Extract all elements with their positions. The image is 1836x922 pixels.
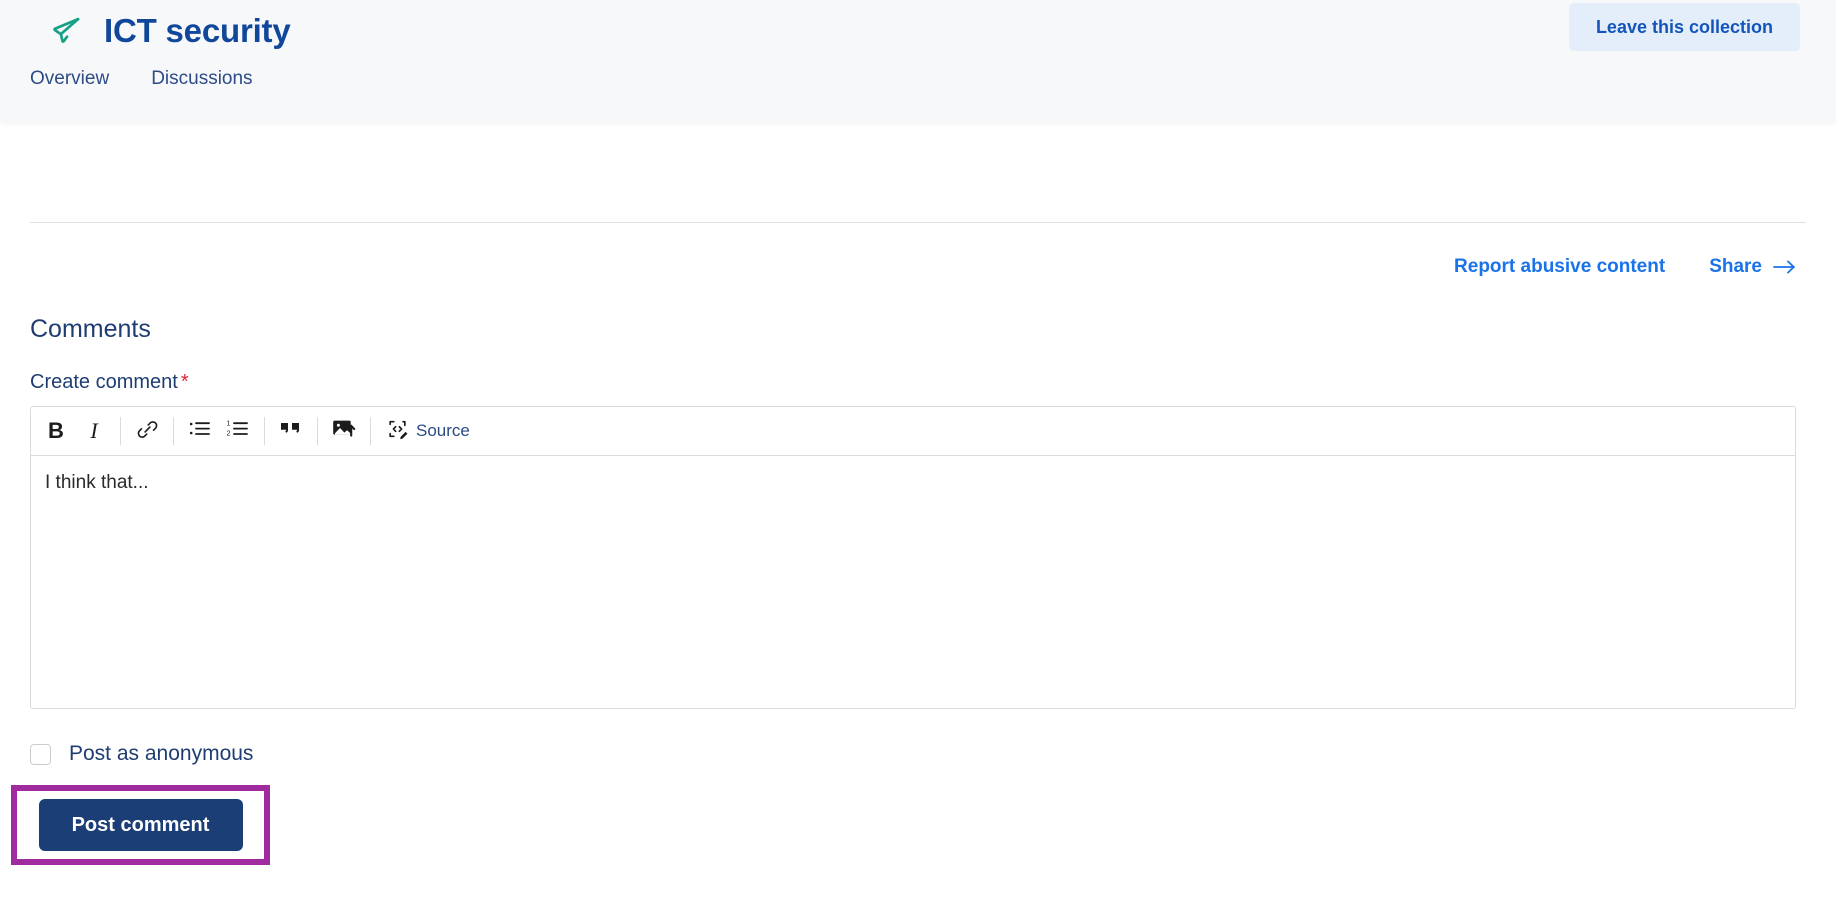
comment-editor: B I 1 2 Source I think that... xyxy=(30,406,1796,709)
svg-text:1: 1 xyxy=(227,421,231,428)
create-comment-label: Create comment * xyxy=(30,371,1806,394)
page-header: ICT security Leave this collection Overv… xyxy=(0,0,1836,122)
link-icon xyxy=(136,418,159,445)
post-anonymous-row: Post as anonymous xyxy=(30,742,1806,766)
quote-icon xyxy=(279,419,303,443)
source-button[interactable]: Source xyxy=(378,412,478,450)
insert-image-button[interactable] xyxy=(325,412,363,450)
share-label: Share xyxy=(1709,256,1762,277)
report-abusive-content-label: Report abusive content xyxy=(1454,256,1666,277)
comments-heading: Comments xyxy=(30,315,151,343)
source-label: Source xyxy=(416,421,470,440)
header-tabs: Overview Discussions xyxy=(0,68,1836,90)
leave-collection-button[interactable]: Leave this collection xyxy=(1568,3,1800,51)
editor-toolbar: B I 1 2 Source xyxy=(31,407,1795,456)
image-upload-icon xyxy=(332,418,357,444)
post-anonymous-checkbox[interactable] xyxy=(30,743,51,765)
toolbar-separator xyxy=(370,417,371,445)
numbered-list-icon: 1 2 xyxy=(226,418,250,444)
report-abusive-content-link[interactable]: Report abusive content xyxy=(1454,256,1665,278)
tab-overview[interactable]: Overview xyxy=(30,68,109,90)
share-link[interactable]: Share xyxy=(1709,256,1796,278)
arrow-right-icon xyxy=(1773,259,1796,275)
numbered-list-button[interactable]: 1 2 xyxy=(219,412,257,450)
blockquote-button[interactable] xyxy=(272,412,310,450)
toolbar-separator xyxy=(317,417,318,445)
post-comment-button[interactable]: Post comment xyxy=(38,799,243,851)
page-title: ICT security xyxy=(104,12,291,49)
create-comment-label-text: Create comment xyxy=(30,371,178,393)
link-button[interactable] xyxy=(128,412,166,450)
toolbar-separator xyxy=(173,417,174,445)
toolbar-separator xyxy=(264,417,265,445)
svg-text:2: 2 xyxy=(227,430,231,437)
content-actions-row: Report abusive content Share xyxy=(30,256,1806,278)
bulleted-list-button[interactable] xyxy=(181,412,219,450)
toolbar-separator xyxy=(120,417,121,445)
bold-button[interactable]: B xyxy=(37,412,75,450)
header-top-row: ICT security xyxy=(0,0,1836,62)
content-divider xyxy=(30,222,1806,223)
tab-discussions[interactable]: Discussions xyxy=(151,68,252,90)
italic-button[interactable]: I xyxy=(75,412,113,450)
comment-textarea[interactable]: I think that... xyxy=(31,456,1795,708)
paper-plane-icon xyxy=(46,11,86,51)
main-content: Report abusive content Share Comments Cr… xyxy=(0,222,1836,865)
bulleted-list-icon xyxy=(188,418,212,444)
code-edit-icon xyxy=(386,418,409,445)
post-comment-highlight-box: Post comment xyxy=(11,785,270,865)
required-asterisk: * xyxy=(180,371,189,393)
post-anonymous-label[interactable]: Post as anonymous xyxy=(69,742,253,766)
